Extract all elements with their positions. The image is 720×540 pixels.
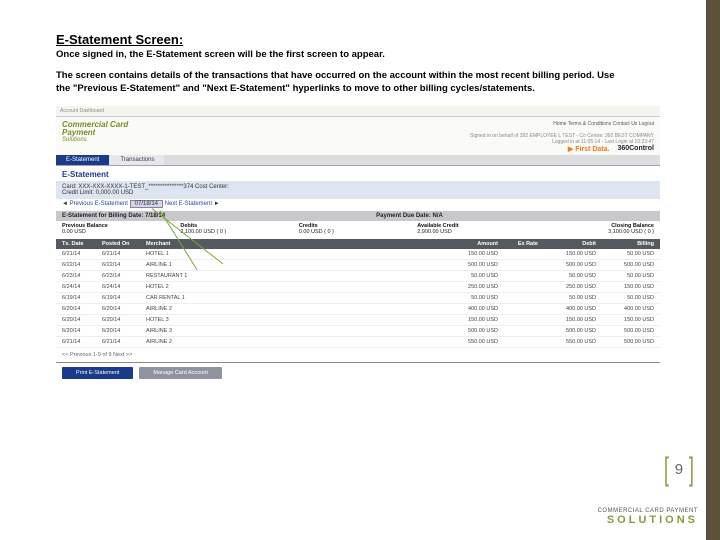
footer-line2: SOLUTIONS bbox=[598, 514, 698, 526]
page-title: E-Statement Screen: bbox=[56, 32, 672, 47]
sum-h-credits: Credits bbox=[299, 221, 417, 229]
table-row[interactable]: 6/19/146/19/14CAR RENTAL 150.00 USD50.00… bbox=[56, 293, 660, 304]
page-number-badge: [ 9 ] bbox=[662, 451, 696, 488]
sum-h-closing: Closing Balance bbox=[536, 221, 654, 229]
sum-v-avail: 2,900.00 USD bbox=[417, 229, 535, 239]
signed-in-text: Signed in on behalf of 392 EMPLOYEE L TE… bbox=[470, 133, 654, 139]
header-right: Home Terms & Conditions Contact Us Logou… bbox=[470, 121, 654, 153]
app-titlebar: Account Dashboard bbox=[56, 106, 660, 117]
sum-v-prev: 0.00 USD bbox=[62, 229, 180, 239]
summary-row: Previous Balance Debits Credits Availabl… bbox=[56, 221, 660, 239]
table-row[interactable]: 6/23/146/23/14RESTAURANT 150.00 USD50.00… bbox=[56, 271, 660, 282]
table-row[interactable]: 6/21/146/21/14AIRLINE 2550.00 USD550.00 … bbox=[56, 337, 660, 348]
footer-logo: COMMERCIAL CARD PAYMENT SOLUTIONS bbox=[598, 508, 698, 526]
section-heading: E-Statement bbox=[56, 165, 660, 181]
sum-h-debits: Debits bbox=[180, 221, 298, 229]
th-exrate: Ex Rate bbox=[498, 241, 538, 247]
brand-logo: Commercial Card Payment Solutions bbox=[62, 121, 128, 143]
table-header: Tx. Date Posted On Merchant Amount Ex Ra… bbox=[56, 239, 660, 249]
cycle-date[interactable]: 07/18/14 bbox=[130, 200, 163, 208]
intro-text: Once signed in, the E-Statement screen w… bbox=[56, 49, 672, 60]
card-info-bar: Card: XXX-XXX-XXXX-1-TEST_**************… bbox=[56, 181, 660, 199]
table-row[interactable]: 6/21/146/21/14HOTEL 1150.00 USD150.00 US… bbox=[56, 249, 660, 260]
sum-v-credits: 0.00 USD ( 0 ) bbox=[299, 229, 417, 239]
th-billing: Billing bbox=[596, 241, 654, 247]
page-number: 9 bbox=[675, 461, 683, 478]
bracket-right-icon: ] bbox=[689, 451, 694, 488]
tab-estatement[interactable]: E-Statement bbox=[56, 155, 109, 165]
partner-firstdata: ▶ First Data. bbox=[568, 145, 610, 153]
logo-line3: Solutions bbox=[62, 137, 128, 143]
tab-transactions[interactable]: Transactions bbox=[110, 155, 164, 165]
description-text: The screen contains details of the trans… bbox=[56, 70, 616, 96]
statement-nav: ◄ Previous E-Statement 07/18/14 Next E-S… bbox=[56, 199, 660, 211]
sum-v-closing: 3,100.00 USD ( 0 ) bbox=[536, 229, 654, 239]
billing-date-label: E-Statement for Billing Date: 7/18/14 bbox=[62, 213, 165, 219]
prev-statement-link[interactable]: Previous E-Statement bbox=[70, 201, 128, 207]
bracket-left-icon: [ bbox=[664, 451, 669, 488]
slide-body: E-Statement Screen: Once signed in, the … bbox=[0, 0, 720, 385]
screenshot-container: Account Dashboard Commercial Card Paymen… bbox=[56, 106, 660, 385]
th-merchant: Merchant bbox=[146, 241, 236, 247]
tab-bar: E-Statement Transactions bbox=[56, 155, 660, 165]
th-debit: Debit bbox=[538, 241, 596, 247]
th-amount: Amount bbox=[440, 241, 498, 247]
next-statement-link[interactable]: Next E-Statement bbox=[165, 201, 212, 207]
manage-card-button[interactable]: Manage Card Account bbox=[139, 367, 221, 379]
header-links[interactable]: Home Terms & Conditions Contact Us Logou… bbox=[470, 121, 654, 127]
th-txdate: Tx. Date bbox=[62, 241, 102, 247]
print-statement-button[interactable]: Print E-Statement bbox=[62, 367, 133, 379]
table-body: 6/21/146/21/14HOTEL 1150.00 USD150.00 US… bbox=[56, 249, 660, 348]
action-buttons: Print E-Statement Manage Card Account bbox=[56, 365, 660, 385]
table-row[interactable]: 6/22/146/22/14AIRLINE 1500.00 USD500.00 … bbox=[56, 260, 660, 271]
payment-due-label: Payment Due Date: N/A bbox=[376, 213, 443, 219]
credit-line: Credit Limit: 0,000.00 USD bbox=[62, 190, 654, 196]
logo-line2: Payment bbox=[62, 128, 95, 137]
sum-v-debits: 2,100.00 USD ( 0 ) bbox=[180, 229, 298, 239]
slide-sidebar bbox=[706, 0, 720, 540]
statement-subheader: E-Statement for Billing Date: 7/18/14 Pa… bbox=[56, 211, 660, 221]
pager[interactable]: << Previous 1-9 of 9 Next >> bbox=[56, 348, 660, 362]
app-header: Commercial Card Payment Solutions Home T… bbox=[56, 117, 660, 155]
table-row[interactable]: 6/20/146/20/14HOTEL 3150.00 USD150.00 US… bbox=[56, 315, 660, 326]
sum-h-avail: Available Credit bbox=[417, 221, 535, 229]
th-posted: Posted On bbox=[102, 241, 146, 247]
table-row[interactable]: 6/20/146/20/14AIRLINE 3500.00 USD500.00 … bbox=[56, 326, 660, 337]
partner-360control: 360Control bbox=[617, 145, 654, 152]
table-row[interactable]: 6/24/146/24/14HOTEL 2250.00 USD250.00 US… bbox=[56, 282, 660, 293]
sum-h-prev: Previous Balance bbox=[62, 221, 180, 229]
table-row[interactable]: 6/20/146/20/14AIRLINE 2400.00 USD400.00 … bbox=[56, 304, 660, 315]
